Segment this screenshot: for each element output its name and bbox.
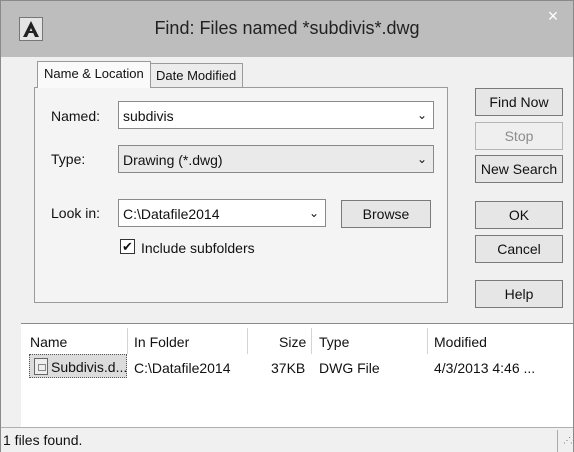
status-text: 1 files found.: [3, 432, 83, 448]
cancel-button[interactable]: Cancel: [475, 235, 563, 263]
column-header-in-folder[interactable]: In Folder: [134, 334, 189, 350]
status-divider: [557, 430, 558, 452]
table-row[interactable]: Subdivis.d...: [29, 354, 127, 378]
type-value: Drawing (*.dwg): [123, 152, 223, 168]
look-in-label: Look in:: [51, 205, 101, 221]
close-button[interactable]: ×: [533, 1, 573, 31]
type-select[interactable]: Drawing (*.dwg) ⌄: [118, 145, 434, 173]
column-header-type[interactable]: Type: [319, 334, 349, 350]
named-label: Named:: [51, 108, 101, 124]
help-button[interactable]: Help: [475, 280, 563, 308]
tab-name-location[interactable]: Name & Location: [37, 61, 151, 88]
resize-grip-icon[interactable]: ⋰⋰: [563, 436, 574, 445]
chevron-down-icon[interactable]: ⌄: [417, 152, 427, 166]
column-divider[interactable]: [427, 328, 428, 354]
status-bar: 1 files found. ⋰⋰: [1, 427, 574, 452]
title-bar[interactable]: Find: Files named *subdivis*.dwg ×: [1, 1, 573, 57]
named-value: subdivis: [123, 108, 174, 124]
column-header-modified[interactable]: Modified: [434, 334, 487, 350]
column-header-size[interactable]: Size: [279, 334, 306, 350]
type-label: Type:: [51, 151, 86, 167]
results-list[interactable]: Name In Folder Size Type Modified Subdiv…: [21, 323, 573, 427]
look-in-value: C:\Datafile2014: [123, 206, 220, 222]
column-header-name[interactable]: Name: [30, 334, 67, 350]
file-folder: C:\Datafile2014: [134, 360, 231, 376]
window-title: Find: Files named *subdivis*.dwg: [154, 18, 420, 38]
file-type: DWG File: [319, 360, 380, 376]
column-divider[interactable]: [247, 328, 248, 354]
file-name: Subdivis.d...: [51, 359, 128, 375]
chevron-down-icon[interactable]: ⌄: [309, 206, 319, 220]
tab-date-modified[interactable]: Date Modified: [149, 63, 244, 87]
include-subfolders-label: Include subfolders: [141, 240, 255, 256]
named-combobox[interactable]: subdivis ⌄: [118, 101, 434, 129]
look-in-combobox[interactable]: C:\Datafile2014 ⌄: [118, 199, 326, 227]
find-now-button[interactable]: Find Now: [475, 88, 563, 116]
include-subfolders-checkbox[interactable]: ✔: [120, 239, 135, 254]
dwg-file-icon: [34, 358, 48, 375]
ok-button[interactable]: OK: [475, 201, 563, 229]
browse-button[interactable]: Browse: [341, 200, 431, 228]
new-search-button[interactable]: New Search: [475, 155, 563, 183]
file-size: 37KB: [271, 360, 306, 376]
column-divider[interactable]: [127, 328, 128, 354]
file-modified: 4/3/2013 4:46 ...: [434, 360, 536, 376]
chevron-down-icon[interactable]: ⌄: [417, 108, 427, 122]
stop-button[interactable]: Stop: [475, 122, 563, 150]
column-divider[interactable]: [311, 328, 312, 354]
find-dialog: Find: Files named *subdivis*.dwg × Name …: [0, 0, 574, 452]
